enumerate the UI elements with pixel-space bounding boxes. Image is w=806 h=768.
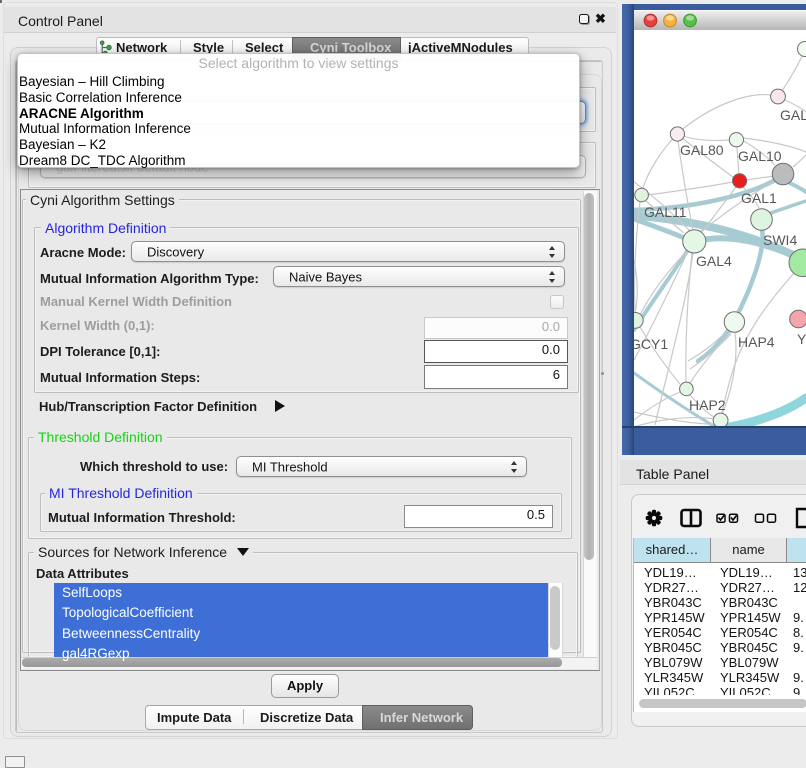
svg-text:GAL: GAL: [780, 107, 806, 123]
svg-text:GAL80: GAL80: [680, 142, 724, 158]
svg-text:Y: Y: [797, 331, 806, 347]
svg-text:HAP4: HAP4: [738, 334, 775, 350]
svg-text:GCY1: GCY1: [634, 336, 668, 352]
svg-text:GAL11: GAL11: [644, 204, 687, 220]
svg-text:GAL1: GAL1: [741, 190, 777, 206]
svg-text:HAP2: HAP2: [689, 397, 726, 413]
svg-text:GAL4: GAL4: [696, 253, 732, 269]
svg-text:GAL10: GAL10: [738, 148, 782, 164]
svg-text:SWI4: SWI4: [763, 232, 797, 248]
